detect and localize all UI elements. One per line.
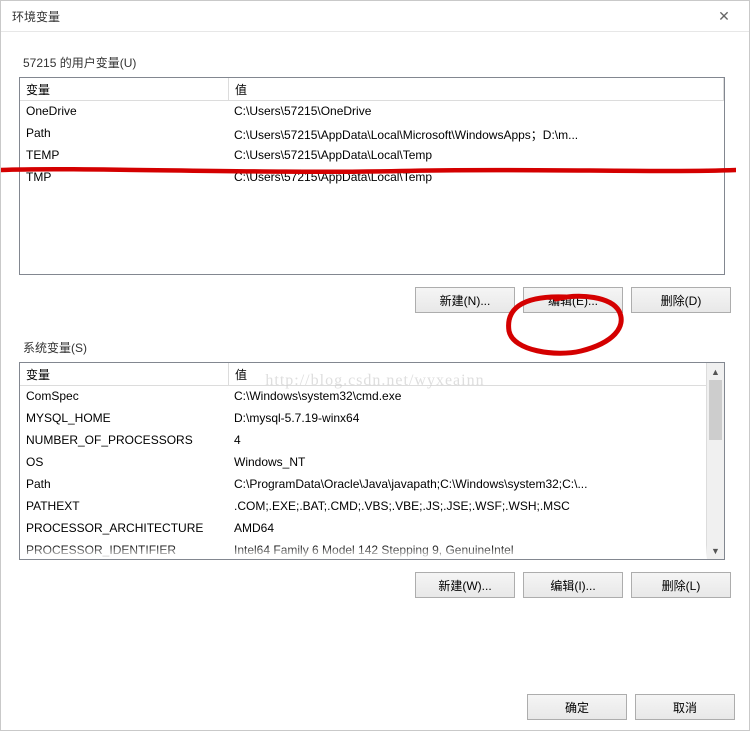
cancel-button[interactable]: 取消 — [635, 694, 735, 720]
system-vars-buttons: 新建(W)... 编辑(I)... 删除(L) — [19, 560, 731, 602]
scrollbar[interactable]: ▲ ▼ — [706, 363, 724, 559]
table-row[interactable]: TMPC:\Users\57215\AppData\Local\Temp — [20, 167, 724, 189]
cell-variable: Path — [20, 123, 228, 145]
cell-value: Windows_NT — [228, 452, 724, 474]
system-vars-table[interactable]: 变量 值 ComSpecC:\Windows\system32\cmd.exeM… — [19, 362, 725, 560]
system-new-button[interactable]: 新建(W)... — [415, 572, 515, 598]
table-row[interactable]: PROCESSOR_ARCHITECTUREAMD64 — [20, 518, 724, 540]
cell-value: C:\Users\57215\AppData\Local\Temp — [228, 145, 724, 167]
column-variable[interactable]: 变量 — [20, 78, 229, 100]
cell-value: C:\Users\57215\OneDrive — [228, 101, 724, 123]
column-variable[interactable]: 变量 — [20, 363, 229, 385]
cell-value: C:\ProgramData\Oracle\Java\javapath;C:\W… — [228, 474, 724, 496]
user-delete-button[interactable]: 删除(D) — [631, 287, 731, 313]
table-header: 变量 值 — [20, 363, 724, 386]
dialog-body: 57215 的用户变量(U) 变量 值 OneDriveC:\Users\572… — [1, 54, 749, 614]
system-vars-heading: 系统变量(S) — [23, 339, 737, 356]
user-vars-table[interactable]: 变量 值 OneDriveC:\Users\57215\OneDrivePath… — [19, 77, 725, 275]
cell-value: AMD64 — [228, 518, 724, 540]
cell-value: .COM;.EXE;.BAT;.CMD;.VBS;.VBE;.JS;.JSE;.… — [228, 496, 724, 518]
dialog-footer: 确定 取消 — [527, 694, 735, 720]
ok-button[interactable]: 确定 — [527, 694, 627, 720]
table-row[interactable]: OneDriveC:\Users\57215\OneDrive — [20, 101, 724, 123]
cell-variable: TMP — [20, 167, 228, 189]
column-value[interactable]: 值 — [229, 363, 724, 385]
table-row[interactable]: PathC:\Users\57215\AppData\Local\Microso… — [20, 123, 724, 145]
system-delete-button[interactable]: 删除(L) — [631, 572, 731, 598]
user-edit-button[interactable]: 编辑(E)... — [523, 287, 623, 313]
user-vars-tbody: OneDriveC:\Users\57215\OneDrivePathC:\Us… — [20, 101, 724, 189]
table-row[interactable]: OSWindows_NT — [20, 452, 724, 474]
table-row[interactable]: MYSQL_HOMED:\mysql-5.7.19-winx64 — [20, 408, 724, 430]
titlebar: 环境变量 ✕ — [1, 1, 749, 32]
table-row[interactable]: ComSpecC:\Windows\system32\cmd.exe — [20, 386, 724, 408]
cell-value: C:\Windows\system32\cmd.exe — [228, 386, 724, 408]
table-header: 变量 值 — [20, 78, 724, 101]
user-vars-buttons: 新建(N)... 编辑(E)... 删除(D) — [19, 275, 731, 317]
cell-variable: Path — [20, 474, 228, 496]
cell-variable: NUMBER_OF_PROCESSORS — [20, 430, 228, 452]
cell-variable: OneDrive — [20, 101, 228, 123]
table-row[interactable]: PROCESSOR_IDENTIFIERIntel64 Family 6 Mod… — [20, 540, 724, 560]
table-row[interactable]: PATHEXT.COM;.EXE;.BAT;.CMD;.VBS;.VBE;.JS… — [20, 496, 724, 518]
cell-variable: OS — [20, 452, 228, 474]
cell-value: C:\Users\57215\AppData\Local\Microsoft\W… — [228, 123, 724, 145]
table-row[interactable]: PathC:\ProgramData\Oracle\Java\javapath;… — [20, 474, 724, 496]
scroll-thumb[interactable] — [709, 380, 722, 440]
cell-variable: PATHEXT — [20, 496, 228, 518]
user-vars-heading: 57215 的用户变量(U) — [23, 54, 737, 71]
user-new-button[interactable]: 新建(N)... — [415, 287, 515, 313]
cell-variable: PROCESSOR_ARCHITECTURE — [20, 518, 228, 540]
column-value[interactable]: 值 — [229, 78, 724, 100]
cell-value: Intel64 Family 6 Model 142 Stepping 9, G… — [228, 540, 724, 560]
cell-value: 4 — [228, 430, 724, 452]
scroll-down-icon[interactable]: ▼ — [707, 542, 724, 559]
cell-value: D:\mysql-5.7.19-winx64 — [228, 408, 724, 430]
cell-variable: MYSQL_HOME — [20, 408, 228, 430]
window-title: 环境变量 — [12, 8, 60, 25]
cell-value: C:\Users\57215\AppData\Local\Temp — [228, 167, 724, 189]
table-row[interactable]: TEMPC:\Users\57215\AppData\Local\Temp — [20, 145, 724, 167]
table-row[interactable]: NUMBER_OF_PROCESSORS4 — [20, 430, 724, 452]
cell-variable: ComSpec — [20, 386, 228, 408]
scroll-up-icon[interactable]: ▲ — [707, 363, 724, 380]
system-vars-tbody: ComSpecC:\Windows\system32\cmd.exeMYSQL_… — [20, 386, 724, 560]
env-var-dialog: 环境变量 ✕ 57215 的用户变量(U) 变量 值 OneDriveC:\Us… — [0, 0, 750, 731]
cell-variable: TEMP — [20, 145, 228, 167]
cell-variable: PROCESSOR_IDENTIFIER — [20, 540, 228, 560]
system-edit-button[interactable]: 编辑(I)... — [523, 572, 623, 598]
close-icon[interactable]: ✕ — [709, 8, 739, 25]
